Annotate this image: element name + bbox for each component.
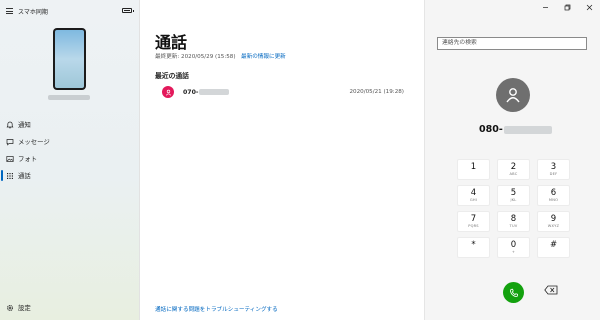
key-digit: 0 bbox=[510, 239, 517, 250]
settings-label: 設定 bbox=[18, 304, 31, 312]
restore-icon bbox=[564, 4, 570, 10]
key-letters: JKL bbox=[510, 197, 517, 202]
key-letters: MNO bbox=[548, 197, 559, 202]
dialed-number: 080- bbox=[479, 124, 552, 135]
dialpad-key-1[interactable]: 1 bbox=[457, 159, 490, 180]
contact-search-input[interactable]: 連絡先の検索 bbox=[437, 37, 587, 50]
key-digit: 3 bbox=[550, 161, 557, 172]
troubleshoot-link[interactable]: 通話に関する問題をトラブルシューティングする bbox=[155, 305, 278, 313]
settings-button[interactable]: 設定 bbox=[6, 303, 31, 312]
battery-icon bbox=[122, 8, 134, 13]
key-letters: GHI bbox=[469, 197, 478, 202]
gear-icon bbox=[6, 304, 14, 312]
redacted-number bbox=[199, 88, 230, 95]
redacted-number bbox=[503, 125, 552, 134]
recent-calls-heading: 最近の通話 bbox=[155, 72, 189, 80]
dialpad: 1 2 ABC 3 DEF 4 GHI 5 JKL 6 MNO 7 PQRS 8 TUV 9W… bbox=[457, 159, 571, 258]
backspace-icon bbox=[544, 285, 558, 295]
chat-icon bbox=[6, 138, 14, 146]
sidebar-item-notifications[interactable]: 通知 bbox=[0, 116, 140, 133]
key-letters: WXYZ bbox=[547, 223, 560, 228]
dialpad-key-8[interactable]: 8 TUV bbox=[497, 211, 530, 232]
key-letters: ABC bbox=[509, 171, 518, 176]
sidebar: スマホ同期 通知 メッセージ フォト 通話 設定 bbox=[0, 0, 140, 320]
contact-avatar bbox=[496, 78, 530, 112]
key-digit: 8 bbox=[510, 213, 517, 224]
call-number: 070- bbox=[183, 88, 230, 96]
key-digit: 5 bbox=[510, 187, 517, 198]
key-digit: 7 bbox=[470, 213, 477, 224]
key-digit: 9 bbox=[550, 213, 557, 224]
minimize-button[interactable] bbox=[534, 0, 556, 14]
refresh-link[interactable]: 最新の情報に更新 bbox=[241, 52, 286, 60]
backspace-button[interactable] bbox=[544, 285, 558, 295]
phone-image bbox=[53, 28, 86, 90]
dialpad-key-3[interactable]: 3 DEF bbox=[537, 159, 570, 180]
sidebar-item-label: メッセージ bbox=[18, 138, 50, 146]
dialpad-key-4[interactable]: 4 GHI bbox=[457, 185, 490, 206]
dialpad-key-2[interactable]: 2 ABC bbox=[497, 159, 530, 180]
sidebar-item-label: フォト bbox=[18, 155, 38, 163]
person-icon bbox=[165, 89, 171, 96]
dialpad-icon bbox=[6, 172, 14, 180]
last-updated-text: 最終更新: 2020/05/29 (15:58) bbox=[155, 54, 236, 60]
window-controls bbox=[534, 0, 600, 14]
dialer-pane: 連絡先の検索 080- 1 2 ABC 3 DEF 4 GHI 5 JKL 6 MNO 7… bbox=[424, 0, 600, 320]
sidebar-item-messages[interactable]: メッセージ bbox=[0, 133, 140, 150]
dialpad-key-9[interactable]: 9 WXYZ bbox=[537, 211, 570, 232]
avatar bbox=[162, 86, 174, 98]
key-digit: * bbox=[471, 239, 476, 250]
sidebar-nav: 通知 メッセージ フォト 通話 bbox=[0, 116, 140, 184]
call-date: 2020/05/21 (19:28) bbox=[349, 89, 404, 95]
dialpad-key-7[interactable]: 7 PQRS bbox=[457, 211, 490, 232]
key-digit: 4 bbox=[470, 187, 477, 198]
key-digit: 2 bbox=[510, 161, 517, 172]
maximize-button[interactable] bbox=[556, 0, 578, 14]
app-title: スマホ同期 bbox=[18, 8, 48, 16]
calls-pane: 通話 最終更新: 2020/05/29 (15:58) 最新の情報に更新 最近の… bbox=[140, 0, 424, 320]
sidebar-item-photos[interactable]: フォト bbox=[0, 150, 140, 167]
list-item[interactable]: 070- 2020/05/21 (19:28) bbox=[162, 84, 408, 100]
key-letters: + bbox=[511, 249, 516, 254]
dialpad-key-5[interactable]: 5 JKL bbox=[497, 185, 530, 206]
dialpad-key-6[interactable]: 6 MNO bbox=[537, 185, 570, 206]
dialpad-key-star[interactable]: * bbox=[457, 237, 490, 258]
photo-icon bbox=[6, 155, 14, 163]
call-button[interactable] bbox=[503, 282, 524, 303]
menu-icon[interactable] bbox=[6, 8, 13, 14]
key-letters: PQRS bbox=[468, 223, 479, 228]
dialpad-key-hash[interactable]: # bbox=[537, 237, 570, 258]
close-icon bbox=[586, 4, 592, 10]
person-icon bbox=[506, 88, 520, 103]
page-title: 通話 bbox=[155, 33, 188, 52]
key-digit: 6 bbox=[550, 187, 557, 198]
key-digit: # bbox=[549, 239, 558, 250]
sidebar-item-label: 通知 bbox=[18, 121, 31, 129]
close-button[interactable] bbox=[578, 0, 600, 14]
bell-icon bbox=[6, 121, 14, 129]
key-letters: DEF bbox=[549, 171, 558, 176]
minimize-icon bbox=[542, 6, 548, 8]
phone-link-window: スマホ同期 通知 メッセージ フォト 通話 設定 通話 最終更新: 2020/0… bbox=[0, 0, 600, 320]
sidebar-item-calls[interactable]: 通話 bbox=[0, 167, 140, 184]
key-letters: TUV bbox=[509, 223, 518, 228]
title-bar: スマホ同期 bbox=[6, 6, 134, 16]
phone-icon bbox=[509, 288, 518, 297]
dialpad-key-0[interactable]: 0 + bbox=[497, 237, 530, 258]
sidebar-item-label: 通話 bbox=[18, 172, 31, 180]
phone-name-redacted bbox=[48, 95, 90, 100]
key-digit: 1 bbox=[470, 161, 477, 172]
